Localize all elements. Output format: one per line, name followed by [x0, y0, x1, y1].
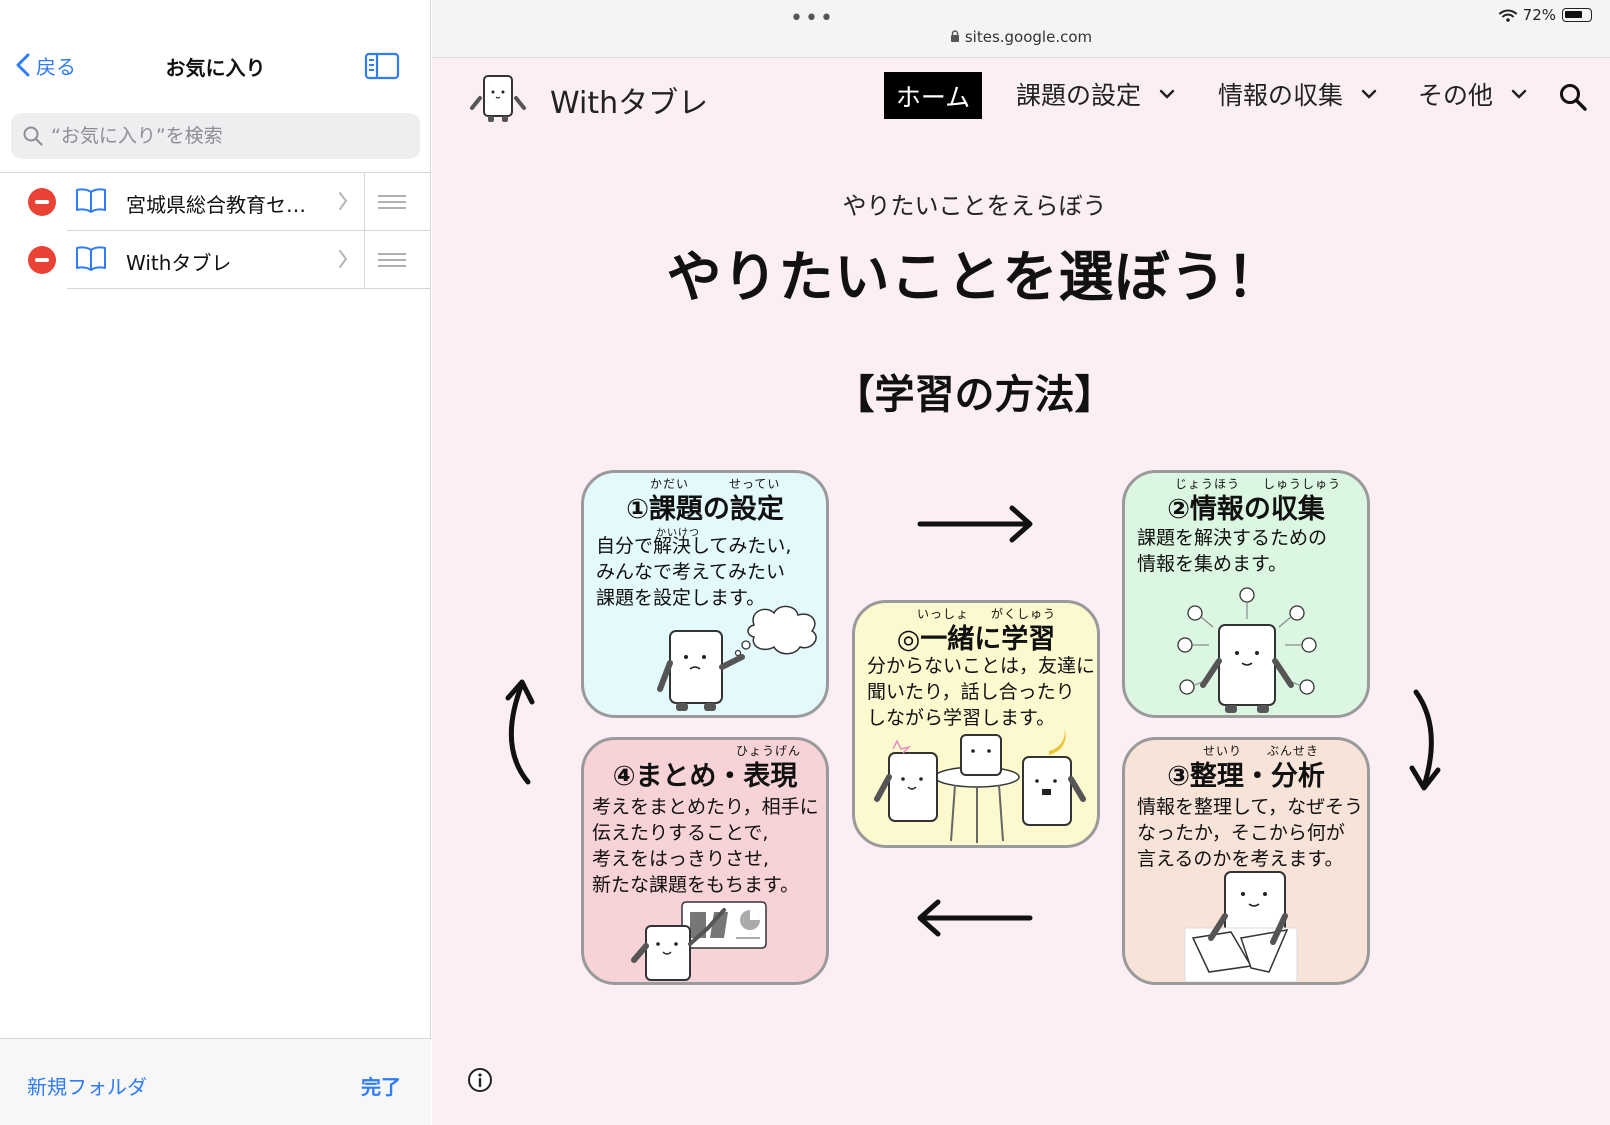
status-bar: 72%	[1498, 6, 1592, 24]
chevron-down-icon	[1159, 89, 1175, 99]
divider	[364, 231, 365, 289]
lock-icon	[950, 28, 960, 46]
nav-label: その他	[1418, 81, 1494, 110]
chevron-down-icon	[1511, 89, 1527, 99]
sidebar-toggle-icon[interactable]	[364, 52, 400, 80]
cycle-card-learn-together: いっしょ がくしゅう ◎一緒に学習 分からないことは，友達に 聞いたり，話し合っ…	[852, 600, 1100, 848]
text-line: なったか，そこから何が	[1137, 822, 1345, 844]
divider	[67, 288, 431, 289]
text-line: 分からないことは，友達に	[867, 655, 1096, 677]
sidebar-header: 戻る お気に入り	[0, 40, 431, 90]
bookmark-row[interactable]: Withタブレ	[0, 231, 431, 289]
small-heading: やりたいことをえらぼう	[842, 192, 1107, 220]
arrow-left-icon	[917, 899, 1033, 937]
tablet-mascot-logo[interactable]	[468, 68, 528, 128]
search-input[interactable]	[51, 125, 391, 147]
card-title: ③整理・分析	[1167, 761, 1325, 792]
bookmark-title: 宮城県総合教育セ…	[126, 193, 306, 217]
browser-content: ••• sites.google.com 72% Withタブレ ホーム 課題の…	[432, 0, 1610, 1125]
curved-arrow-up-icon	[505, 679, 535, 785]
bookmark-title: Withタブレ	[126, 251, 232, 275]
site-navigation: Withタブレ ホーム 課題の設定 情報の収集 その他	[432, 58, 1610, 138]
text-line: みんなで考えてみたい	[596, 561, 786, 583]
card-title: ①課題の設定	[626, 494, 784, 525]
text-line: 聞いたり，話し合ったり	[867, 681, 1075, 703]
nav-info-gathering[interactable]: 情報の収集	[1218, 76, 1377, 112]
favorites-sidebar: 戻る お気に入り 宮城県総合教育セ… Withタブレ 新規フォルダ 完了	[0, 0, 431, 1125]
url-text: sites.google.com	[964, 28, 1093, 46]
address-bar[interactable]: sites.google.com	[432, 28, 1610, 46]
text-line: 課題を解決するための	[1137, 527, 1328, 549]
done-button[interactable]: 完了	[361, 1071, 401, 1100]
sidebar-footer: 新規フォルダ 完了	[0, 1038, 431, 1125]
search-icon[interactable]	[1558, 82, 1588, 112]
presenting-mascot-illustration	[631, 901, 767, 981]
divider	[364, 173, 365, 231]
bookmark-row[interactable]: 宮城県総合教育セ…	[0, 173, 431, 231]
new-folder-button[interactable]: 新規フォルダ	[27, 1071, 147, 1100]
cycle-card-organize-analyze: せいり ぶんせき ③整理・分析 情報を整理して，なぜそう なったか，そこから何が…	[1122, 737, 1370, 985]
text-line: 考えをはっきりさせ,	[592, 848, 770, 870]
card-text: 考えをまとめたり，相手に 伝えたりすることで, 考えをはっきりさせ, 新たな課題…	[592, 794, 819, 898]
cycle-card-task-setting: かだい せってい ①課題の設定 かいけつ 自分で解決してみたい, みんなで考えて…	[581, 470, 829, 718]
card-title: ④まとめ・表現	[612, 761, 798, 792]
search-icon	[23, 126, 43, 146]
delete-icon[interactable]	[28, 188, 56, 216]
chevron-down-icon	[1361, 89, 1377, 99]
chevron-left-icon	[16, 53, 30, 77]
card-text: 自分で解決してみたい, みんなで考えてみたい 課題を設定します。	[596, 533, 791, 611]
cycle-card-info-gathering: じょうほう しゅうしゅう ②情報の収集 課題を解決するための 情報を集めます。	[1122, 470, 1370, 718]
delete-icon[interactable]	[28, 246, 56, 274]
wifi-icon	[1498, 9, 1517, 22]
battery-percent: 72%	[1522, 6, 1556, 24]
text-line: 考えをまとめたり，相手に	[592, 796, 819, 818]
arrow-right-icon	[917, 505, 1033, 543]
cycle-card-summary-expression: ひょうげん ④まとめ・表現 考えをまとめたり，相手に 伝えたりすることで, 考え…	[581, 737, 829, 985]
nav-home-tab[interactable]: ホーム	[884, 72, 982, 119]
card-text: 課題を解決するための 情報を集めます。	[1137, 525, 1327, 577]
site-name[interactable]: Withタブレ	[550, 78, 708, 122]
nav-task-setting[interactable]: 課題の設定	[1016, 76, 1175, 112]
group-study-mascots-illustration	[874, 729, 1086, 843]
chevron-right-icon	[339, 192, 348, 210]
page-headline: やりたいことを選ぼう！	[666, 245, 1283, 309]
curved-arrow-down-icon	[1409, 689, 1441, 791]
card-title: ②情報の収集	[1167, 494, 1325, 525]
text-line: 情報を整理して，なぜそう	[1137, 796, 1364, 818]
book-icon	[76, 246, 106, 271]
favorites-search-field[interactable]	[11, 113, 420, 159]
writing-mascot-illustration	[1184, 871, 1298, 982]
nav-label: 情報の収集	[1218, 81, 1344, 110]
battery-icon	[1562, 8, 1592, 22]
nav-label: 課題の設定	[1016, 81, 1142, 110]
nav-other[interactable]: その他	[1418, 76, 1527, 112]
card-text: 分からないことは，友達に 聞いたり，話し合ったり しながら学習します。	[867, 653, 1095, 731]
thinking-mascot-illustration	[657, 605, 817, 711]
text-line: 情報を集めます。	[1137, 553, 1288, 575]
reorder-handle-icon[interactable]	[378, 195, 406, 209]
info-gathering-mascot-illustration	[1177, 587, 1317, 713]
back-button[interactable]: 戻る	[16, 50, 76, 80]
back-label: 戻る	[36, 54, 76, 79]
book-icon	[76, 188, 106, 213]
text-line: 伝えたりすることで,	[592, 822, 769, 844]
card-text: 情報を整理して，なぜそう なったか，そこから何が 言えるのかを考えます。	[1137, 794, 1363, 872]
reorder-handle-icon[interactable]	[378, 253, 406, 267]
chevron-right-icon	[339, 250, 348, 268]
text-line: 自分で解決してみたい,	[596, 535, 792, 557]
card-title: ◎一緒に学習	[896, 624, 1056, 655]
browser-top-bar: ••• sites.google.com 72%	[432, 0, 1610, 58]
info-icon[interactable]	[466, 1066, 494, 1094]
section-title: 【学習の方法】	[834, 372, 1115, 418]
text-line: 新たな課題をもちます。	[592, 874, 800, 896]
